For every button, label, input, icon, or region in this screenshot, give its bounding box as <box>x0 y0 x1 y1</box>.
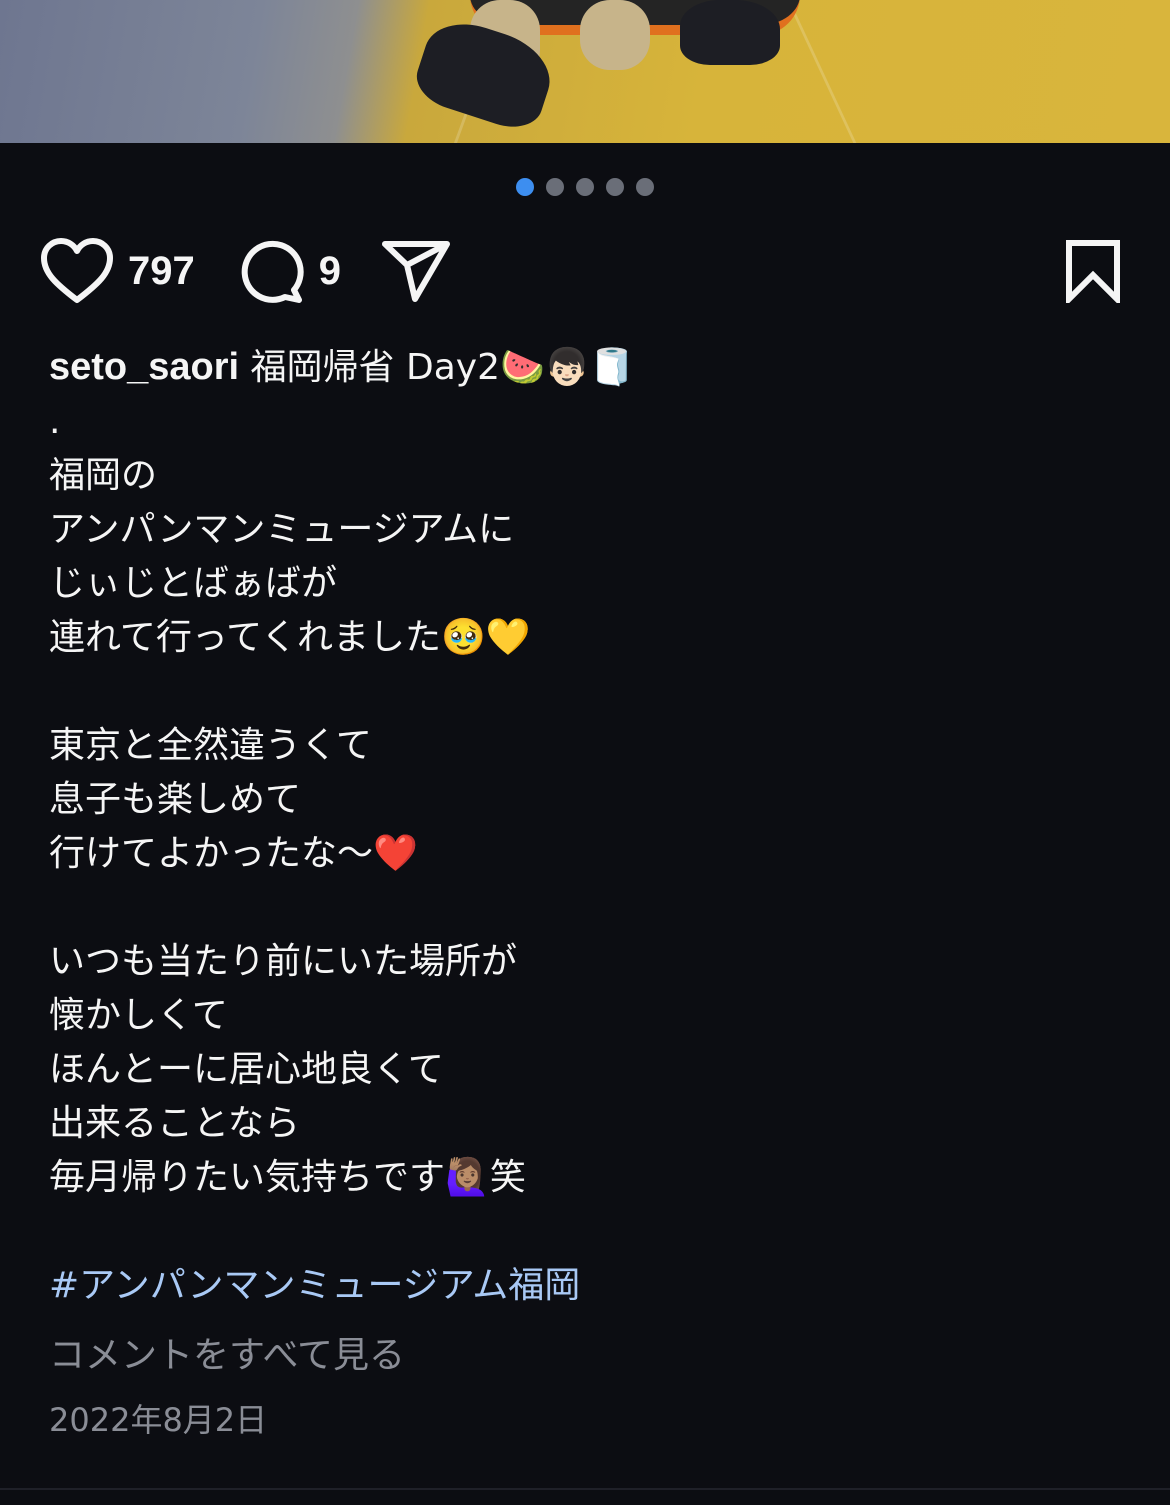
comment-bubble-icon[interactable] <box>239 238 305 304</box>
comment-count[interactable]: 9 <box>319 249 341 294</box>
share-button[interactable] <box>381 239 451 303</box>
floor-seam <box>786 0 857 143</box>
bookmark-icon[interactable] <box>1064 239 1122 303</box>
caption-line: . <box>49 401 61 442</box>
hashtag-link[interactable]: #アンパンマンミュージアム福岡 <box>49 1256 580 1308</box>
caption-line: ほんとーに居心地良くて <box>49 1049 444 1090</box>
view-all-comments-link[interactable]: コメントをすべて見る <box>49 1326 405 1378</box>
comment-button[interactable]: 9 <box>239 238 341 304</box>
like-count[interactable]: 797 <box>128 249 195 294</box>
caption-line: 福岡の <box>49 455 158 496</box>
carousel-dot-active <box>516 178 534 196</box>
username-link[interactable]: seto_saori <box>49 346 239 388</box>
caption-line: いつも当たり前にいた場所が <box>49 941 518 982</box>
child-shoe <box>680 0 780 65</box>
post-photo[interactable] <box>0 0 1170 143</box>
caption-line: 連れて行ってくれました🥹💛 <box>49 617 531 658</box>
paper-plane-icon[interactable] <box>381 239 451 303</box>
caption-line: 出来ることなら <box>49 1103 300 1144</box>
save-button[interactable] <box>1064 239 1122 303</box>
carousel-dot <box>546 178 564 196</box>
carousel-dot <box>636 178 654 196</box>
caption-line <box>49 665 1130 719</box>
child-leg <box>580 0 650 70</box>
carousel-indicator <box>0 178 1170 196</box>
caption-line <box>49 881 1130 935</box>
caption-line: 福岡帰省 Day2🍉👦🏻🧻 <box>250 347 635 388</box>
post-caption: seto_saori 福岡帰省 Day2🍉👦🏻🧻 . 福岡の アンパンマンミュー… <box>49 340 1130 1205</box>
caption-line: 懐かしくて <box>49 995 228 1036</box>
caption-first-line: seto_saori 福岡帰省 Day2🍉👦🏻🧻 <box>49 340 1130 395</box>
caption-line: 息子も楽しめて <box>49 779 302 820</box>
heart-icon[interactable] <box>40 238 114 304</box>
caption-line: アンパンマンミュージアムに <box>49 509 515 550</box>
divider <box>0 1488 1170 1490</box>
caption-line: 行けてよかったな〜❤️ <box>49 833 418 874</box>
carousel-dot <box>576 178 594 196</box>
caption-line: 毎月帰りたい気持ちです🙋🏽‍♀️笑 <box>49 1157 526 1198</box>
post-action-bar: 797 9 <box>40 236 1122 306</box>
post-date: 2022年8月2日 <box>49 1401 268 1439</box>
caption-line: じぃじとばぁばが <box>49 563 338 604</box>
like-button[interactable]: 797 <box>40 238 195 304</box>
carousel-dot <box>606 178 624 196</box>
caption-line: 東京と全然違うくて <box>49 725 372 766</box>
